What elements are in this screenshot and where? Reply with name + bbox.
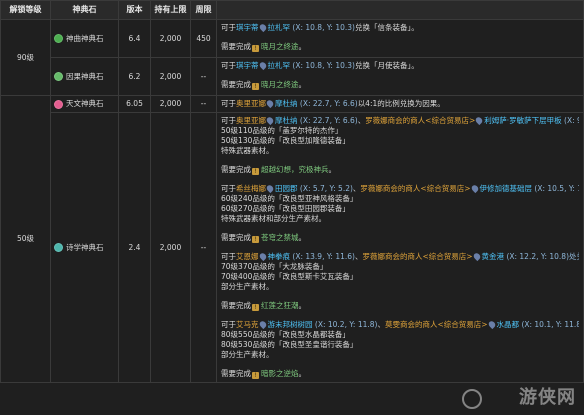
- version-cell: 6.2: [118, 57, 151, 96]
- stone-name: 因果神典石: [66, 71, 104, 81]
- version-cell: 6.4: [118, 19, 151, 58]
- npc-link[interactable]: 琪宇蒂: [236, 23, 259, 32]
- quest-icon: !: [252, 83, 259, 90]
- version-cell: 6.05: [118, 95, 151, 113]
- level-cell-50: 50级: [0, 95, 51, 383]
- quest-link[interactable]: 晓月之终途: [261, 80, 299, 89]
- quest-link[interactable]: 苍穹之禁城: [261, 233, 299, 242]
- stone-cell: 神曲神典石: [50, 19, 119, 58]
- stone-cell: 因果神典石: [50, 57, 119, 96]
- stone-name: 神曲神典石: [66, 33, 104, 43]
- tomestone-icon: [54, 34, 63, 43]
- place-link[interactable]: 摩杜纳: [275, 99, 298, 108]
- map-pin-icon: [257, 320, 268, 330]
- table-row: 因果神典石 6.2 2,000 -- 可于琪宇蒂 拉札罕 (X: 10.8, Y:…: [1, 57, 584, 96]
- map-pin-icon: [469, 184, 480, 194]
- notes-cell: 可于琪宇蒂 拉札罕 (X: 10.8, Y: 10.3)兑换「信条装备」。 需要完…: [216, 19, 584, 58]
- header-version: 版本: [118, 0, 151, 20]
- npc-link[interactable]: 艾马克: [236, 320, 259, 329]
- notes-cell: 可于奥里亚娜 摩杜纳 (X: 22.7, Y: 6.6)、罗薇娜商会的商人<综合贸…: [216, 112, 584, 383]
- header-stone: 神典石: [50, 0, 119, 20]
- level-cell-90: 90级: [0, 19, 51, 96]
- weekly-cell: --: [190, 112, 217, 383]
- tomestone-icon: [54, 72, 63, 81]
- npc-link[interactable]: 莫雯商会的商人<综合贸易店>: [385, 320, 488, 329]
- npc-link[interactable]: 琪宇蒂: [236, 61, 259, 70]
- header-max: 持有上限: [150, 0, 191, 20]
- weekly-cell: --: [190, 95, 217, 113]
- map-pin-icon: [486, 320, 497, 330]
- header-notes: [216, 0, 584, 20]
- quest-link[interactable]: 红莲之狂潮: [261, 301, 299, 310]
- stone-name: 诗学神典石: [66, 242, 104, 252]
- table-row: 50级 天文神典石 6.05 2,000 -- 可于奥里亚娜 摩杜纳 (X: 22…: [0, 95, 584, 383]
- tomestone-icon: [54, 243, 63, 252]
- map-pin-icon: [265, 184, 275, 194]
- table-row: 诗学神典石 2.4 2,000 -- 可于奥里亚娜 摩杜纳 (X: 22.7, Y…: [1, 112, 584, 383]
- place-link[interactable]: 摩杜纳: [275, 116, 298, 125]
- map-pin-icon: [265, 116, 275, 126]
- max-cell: 2,000: [150, 57, 191, 96]
- weekly-cell: --: [190, 57, 217, 96]
- map-pin-icon: [474, 116, 484, 126]
- currency-table: 解锁等级 神典石 版本 持有上限 周限 90级 神曲神典石 6.4 2,000 …: [0, 0, 584, 383]
- place-link[interactable]: 拉札罕: [268, 23, 291, 32]
- quest-link[interactable]: 晓月之终途: [261, 42, 299, 51]
- map-pin-icon: [257, 61, 268, 71]
- npc-link[interactable]: 奥里亚娜: [236, 116, 266, 125]
- header-weekly: 周限: [190, 0, 217, 20]
- quest-icon: !: [252, 168, 259, 175]
- map-pin-icon: [265, 99, 275, 109]
- map-pin-icon: [257, 23, 268, 33]
- npc-link[interactable]: 艾恩娜: [236, 252, 259, 261]
- stone-name: 天文神典石: [66, 99, 104, 108]
- map-pin-icon: [471, 252, 482, 262]
- stone-cell: 诗学神典石: [50, 112, 119, 383]
- place-link[interactable]: 水晶都: [497, 320, 520, 329]
- place-link[interactable]: 利姆萨·罗敏萨下层甲板: [484, 116, 561, 125]
- version-cell: 2.4: [118, 112, 151, 383]
- watermark-logo-icon: [462, 389, 482, 409]
- place-link[interactable]: 黄金港: [482, 252, 505, 261]
- quest-link[interactable]: 超越幻想，究极神兵: [261, 165, 329, 174]
- max-cell: 2,000: [150, 95, 191, 113]
- table-row: 90级 神曲神典石 6.4 2,000 450 可于琪宇蒂 拉札罕 (X: 10.…: [0, 19, 584, 96]
- npc-link[interactable]: 希丝梅娜: [236, 184, 266, 193]
- place-link[interactable]: 伊修加德基础层: [480, 184, 533, 193]
- table-header-row: 解锁等级 神典石 版本 持有上限 周限: [0, 0, 584, 20]
- place-link[interactable]: 游末邦树树园: [268, 320, 313, 329]
- watermark: 游侠网: [519, 387, 576, 408]
- place-link[interactable]: 田园郡: [275, 184, 298, 193]
- quest-link[interactable]: 暗影之逆焰: [261, 369, 299, 378]
- place-link[interactable]: 神拳痕: [268, 252, 291, 261]
- quest-icon: !: [252, 45, 259, 52]
- tomestone-icon: [54, 99, 63, 109]
- notes-cell: 可于奥里亚娜 摩杜纳 (X: 22.7, Y: 6.6)以4:1的比例兑换为因果。: [216, 95, 584, 113]
- notes-cell: 可于琪宇蒂 拉札罕 (X: 10.8, Y: 10.3)兑换「月使装备」。 需要完…: [216, 57, 584, 96]
- weekly-cell: 450: [190, 19, 217, 58]
- map-pin-icon: [257, 252, 268, 262]
- max-cell: 2,000: [150, 112, 191, 383]
- place-link[interactable]: 拉札罕: [268, 61, 291, 70]
- npc-link[interactable]: 罗薇娜商会的商人<综合贸易店>: [362, 252, 472, 261]
- max-cell: 2,000: [150, 19, 191, 58]
- stone-cell: 天文神典石: [50, 95, 119, 113]
- quest-icon: !: [252, 372, 259, 379]
- npc-link[interactable]: 罗薇娜商会的商人<综合贸易店>: [360, 184, 470, 193]
- npc-link[interactable]: 罗薇娜商会的商人<综合贸易店>: [365, 116, 475, 125]
- quest-icon: !: [252, 236, 259, 243]
- quest-icon: !: [252, 304, 259, 311]
- npc-link[interactable]: 奥里亚娜: [236, 99, 266, 108]
- header-level: 解锁等级: [0, 0, 51, 20]
